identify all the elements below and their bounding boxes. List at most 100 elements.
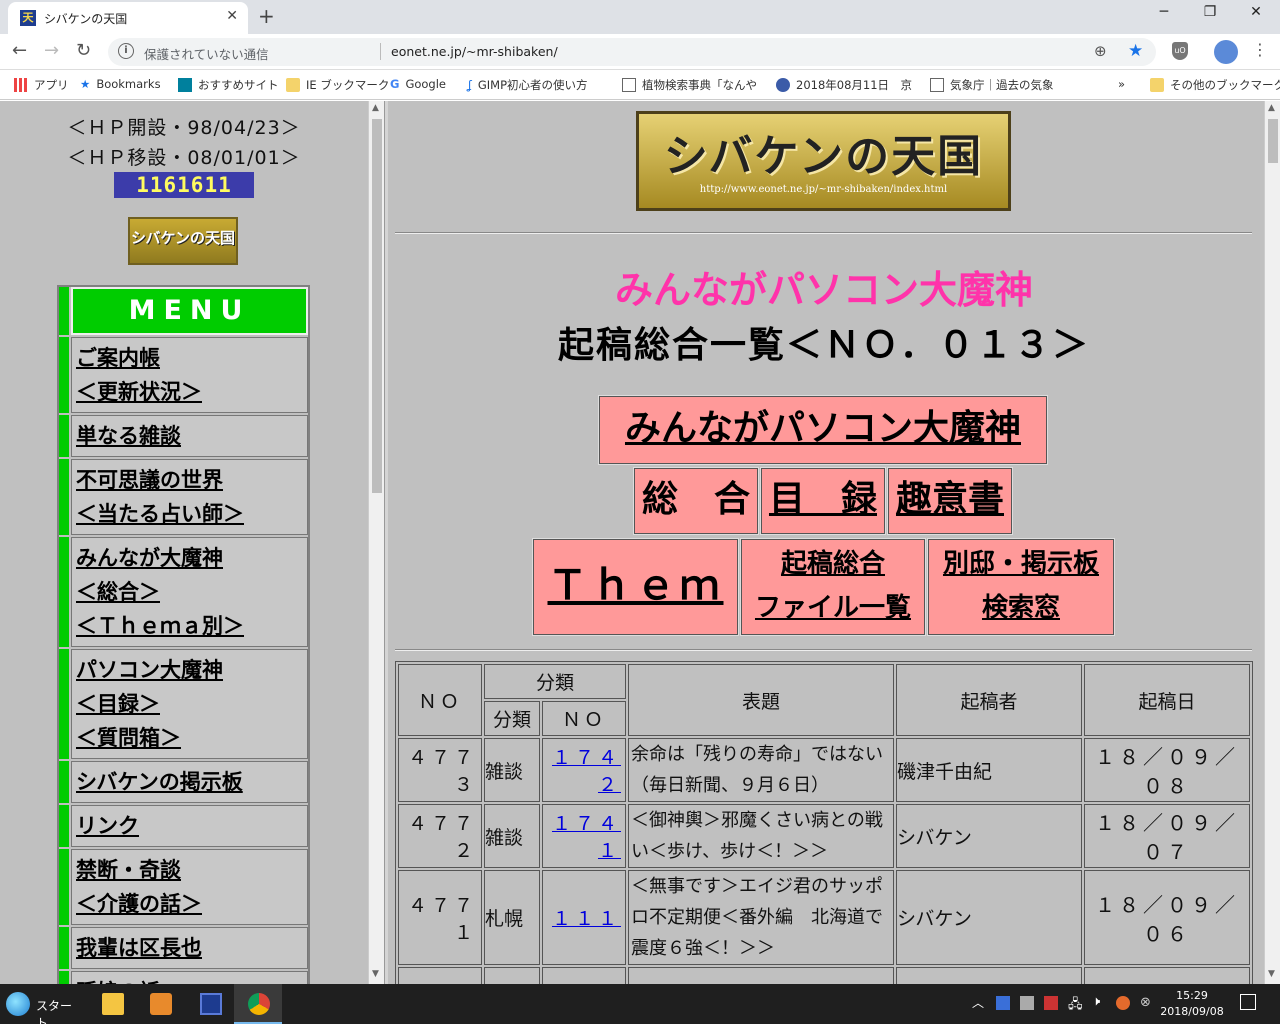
back-icon[interactable]: ← xyxy=(12,40,27,61)
profile-avatar[interactable] xyxy=(1214,40,1238,64)
tray-update-icon[interactable] xyxy=(1116,996,1130,1010)
menu-link[interactable]: 孫娘の話 xyxy=(76,975,307,984)
bookmark-ie[interactable]: IE ブックマーク xyxy=(286,77,389,93)
site-logo-banner[interactable]: シバケンの天国 http://www.eonet.ne.jp/~mr-shiba… xyxy=(636,111,1011,211)
menu-link[interactable]: 単なる雑談 xyxy=(76,419,307,453)
category-number-link[interactable]: １１１ xyxy=(552,908,621,930)
new-tab-icon[interactable]: + xyxy=(258,4,275,28)
bookmark-apps[interactable]: アプリ xyxy=(14,77,69,93)
menu-link[interactable]: ご案内帳 xyxy=(76,341,307,375)
cell-title: ＜御神輿＞邪魔くさい病との戦い＜歩け、歩け＜！＞＞ xyxy=(628,804,894,868)
restore-icon[interactable]: ❐ xyxy=(1190,4,1230,20)
bookmark-kyoto[interactable]: 2018年08月11日 京 xyxy=(776,77,912,93)
category-number-link[interactable]: １７４２ xyxy=(552,747,621,796)
taskbar-explorer[interactable] xyxy=(88,984,136,1024)
menu-link[interactable]: 我輩は区長也 xyxy=(76,931,307,965)
menu-cell: 我輩は区長也 xyxy=(71,927,308,969)
menu-row: 単なる雑談 xyxy=(59,415,308,459)
bookmark-star-icon[interactable]: ★ xyxy=(1128,41,1143,61)
site-logo-small[interactable]: シバケンの天国 xyxy=(128,217,238,265)
bookmark-osusume[interactable]: おすすめサイト xyxy=(178,77,279,93)
menu-link[interactable]: 不可思議の世界 xyxy=(76,463,307,497)
nav-link-main[interactable]: みんながパソコン大魔神 xyxy=(625,408,1021,449)
menu-link[interactable]: ＜当たる占い師＞ xyxy=(76,497,307,531)
nav-box-mokuroku: 目 録 xyxy=(760,467,886,535)
window-close-icon[interactable]: ✕ xyxy=(1236,4,1276,20)
close-tab-icon[interactable]: ✕ xyxy=(226,8,238,24)
menu-link[interactable]: ＜Ｔｈｅｍａ別＞ xyxy=(76,609,307,643)
menu-link[interactable]: ＜介護の話＞ xyxy=(76,887,307,921)
tray-expand-icon[interactable]: ︿ xyxy=(972,994,984,1011)
nav-box-thema: Ｔｈｅｍａ xyxy=(532,538,739,701)
more-menu-icon[interactable]: ⋮ xyxy=(1252,40,1268,59)
url-text[interactable]: eonet.ne.jp/~mr-shibaken/ xyxy=(391,44,558,59)
cell-category: 雑談 xyxy=(484,804,540,868)
nav-sougou-label: 総 合 xyxy=(641,479,750,520)
address-bar[interactable]: i 保護されていない通信 eonet.ne.jp/~mr-shibaken/ ⊕… xyxy=(108,38,1156,66)
scroll-up-icon[interactable]: ▲ xyxy=(1268,103,1275,113)
nav-link-mokuroku[interactable]: 目 録 xyxy=(769,479,877,520)
minimize-icon[interactable]: ─ xyxy=(1144,4,1184,20)
left-scrollbar[interactable]: ▲ ▼ xyxy=(368,101,384,984)
bookmark-other[interactable]: その他のブックマーク xyxy=(1150,77,1280,93)
tray-security-icon[interactable] xyxy=(1020,996,1034,1010)
menu-link[interactable]: みんなが大魔神 xyxy=(76,541,307,575)
scroll-thumb[interactable] xyxy=(1268,119,1278,163)
menu-link[interactable]: リンク xyxy=(76,809,307,843)
tray-app-icon[interactable] xyxy=(996,996,1010,1010)
nav-box-shuisho: 趣意書 xyxy=(887,467,1013,535)
menu-link[interactable]: ＜更新状況＞ xyxy=(76,375,307,409)
action-center-icon[interactable] xyxy=(1240,994,1256,1010)
reload-icon[interactable]: ↻ xyxy=(76,40,91,61)
bookmark-bookmarks[interactable]: ★ Bookmarks xyxy=(80,77,161,91)
security-status[interactable]: 保護されていない通信 xyxy=(144,44,269,63)
bookmark-gimp[interactable]: ʆ GIMP初心者の使い方 xyxy=(468,77,588,93)
table-row: ４７７１ 札幌 １１１ ＜無事です＞エイジ君のサッポロ不定期便＜番外編 北海道で震度６… xyxy=(398,870,1250,965)
cell-no xyxy=(398,967,482,984)
system-clock[interactable]: 15:29 2018/09/08 xyxy=(1160,988,1224,1020)
bookmark-google[interactable]: G Google xyxy=(390,77,446,91)
menu-link[interactable]: ＜質問箱＞ xyxy=(76,721,307,755)
menu-row: リンク xyxy=(59,805,308,849)
network-icon[interactable]: 🖧 xyxy=(1068,995,1083,1017)
right-scrollbar[interactable]: ▲ ▼ xyxy=(1264,101,1280,984)
ublock-extension-icon[interactable]: uO xyxy=(1172,42,1188,60)
start-button[interactable]: スタート xyxy=(2,988,80,1030)
bookmark-kishocho[interactable]: 気象庁｜過去の気象 xyxy=(930,77,1054,93)
category-number-link[interactable]: １７４１ xyxy=(552,813,621,862)
mute-icon[interactable]: 🕨 xyxy=(1092,994,1100,1009)
menu-link[interactable]: パソコン大魔神 xyxy=(76,653,307,687)
more-bookmarks-icon[interactable]: » xyxy=(1118,77,1125,91)
tray-close-icon[interactable]: ⊗ xyxy=(1140,995,1151,1010)
scroll-down-icon[interactable]: ▼ xyxy=(1268,969,1275,979)
zoom-icon[interactable]: ⊕ xyxy=(1094,42,1107,60)
info-icon[interactable]: i xyxy=(118,43,134,59)
menu-accent-bar xyxy=(59,415,71,457)
nav-link-shuisho[interactable]: 趣意書 xyxy=(896,479,1004,520)
taskbar-media-player[interactable] xyxy=(136,984,184,1024)
tab-active[interactable]: 天 シバケンの天国 ✕ xyxy=(8,2,248,34)
page-icon xyxy=(930,78,944,92)
nav-link-kikou[interactable]: 起稿総合 ファイル一覧 xyxy=(742,540,924,630)
menu-link[interactable]: 禁断・奇談 xyxy=(76,853,307,887)
bookmark-label: GIMP初心者の使い方 xyxy=(477,78,588,92)
scroll-up-icon[interactable]: ▲ xyxy=(372,103,379,113)
taskbar-chrome[interactable] xyxy=(234,984,282,1024)
bookmark-shokubutsu[interactable]: 植物検索事典「なんや xyxy=(622,77,757,93)
chrome-icon xyxy=(248,993,270,1015)
scroll-down-icon[interactable]: ▼ xyxy=(372,969,379,979)
taskbar-monitor[interactable] xyxy=(186,984,234,1024)
menu-link[interactable]: ＜目録＞ xyxy=(76,687,307,721)
nav-link-bettei[interactable]: 別邸・掲示板 検索窓 xyxy=(929,540,1113,630)
menu-accent-bar xyxy=(59,761,71,803)
menu-link[interactable]: シバケンの掲示板 xyxy=(76,765,307,799)
menu-link[interactable]: ＜総合＞ xyxy=(76,575,307,609)
frame-divider[interactable] xyxy=(384,101,388,984)
bookmark-label: アプリ xyxy=(34,78,69,92)
tray-antivirus-icon[interactable] xyxy=(1044,996,1058,1010)
forward-icon[interactable]: → xyxy=(44,40,59,61)
horizontal-rule xyxy=(395,232,1252,234)
page-title: 起稿総合一覧＜ＮＯ．０１３＞ xyxy=(557,325,1090,366)
scroll-thumb[interactable] xyxy=(372,119,382,493)
site-favicon-icon: 天 xyxy=(20,10,36,26)
